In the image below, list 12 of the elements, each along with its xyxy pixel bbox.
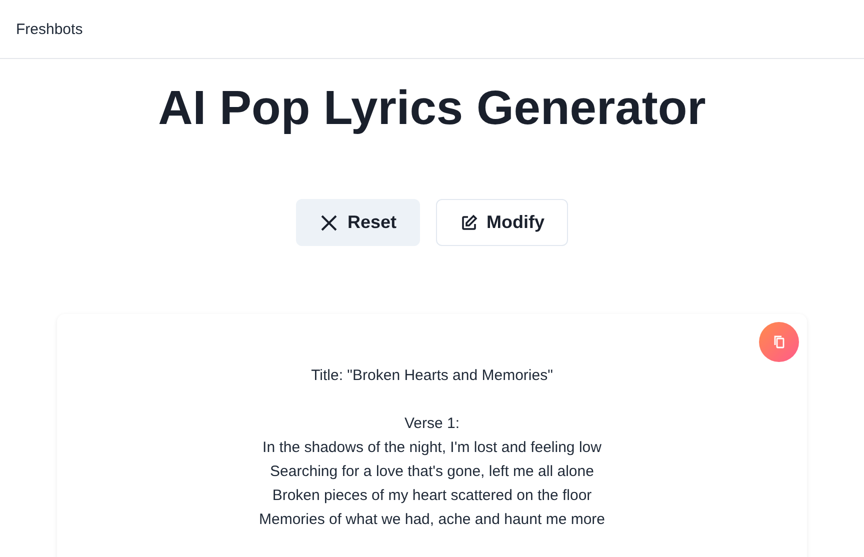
lyrics-line: Broken pieces of my heart scattered on the floor: [272, 486, 592, 506]
lyrics-line: Verse 1:: [404, 414, 460, 434]
close-icon: [319, 212, 340, 232]
copy-button[interactable]: [759, 322, 799, 362]
lyrics-line: Title: "Broken Hearts and Memories": [311, 366, 553, 386]
lyrics-line: In the shadows of the night, I'm lost and feeling low: [262, 438, 602, 458]
lyrics-line: Searching for a love that's gone, left me all alone: [270, 462, 594, 482]
lyrics-line: Memories of what we had, ache and haunt me more: [258, 510, 606, 530]
modify-button[interactable]: Modify: [436, 199, 568, 246]
page-heading: AI Pop Lyrics Generator: [157, 81, 707, 137]
brand-name[interactable]: Freshbots: [16, 20, 83, 38]
reset-button[interactable]: Reset: [296, 199, 420, 246]
